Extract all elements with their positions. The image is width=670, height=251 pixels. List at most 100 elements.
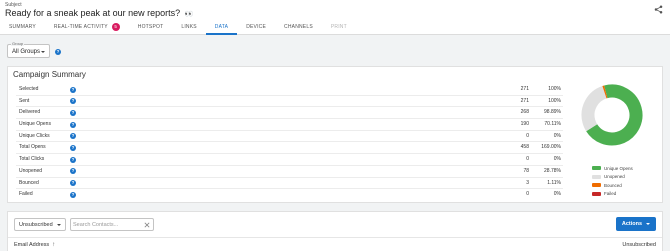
chevron-down-icon [646,223,651,225]
actions-button-label: Actions [621,221,643,227]
summary-row-label: Selected [19,86,39,92]
legend-item: Failed [592,190,633,199]
tab-label: LINKS [181,24,197,30]
help-icon[interactable]: ? [70,156,76,163]
campaign-summary-card: Campaign Summary Selected? 271 100% Sent? 27… [7,66,663,203]
tab-label: PRINT [330,24,347,30]
help-icon[interactable]: ? [70,180,76,186]
help-icon[interactable]: ? [70,168,76,175]
activity-count-badge: 5 [111,23,120,31]
tab-label: HOTSPOT [137,24,164,30]
summary-row-count: 3 [526,179,529,186]
summary-row-count: 0 [526,191,529,198]
report-tabs: SUMMARY REAL-TIME ACTIVITY 5 HOTSPOT LIN… [0,19,356,35]
summary-row-percent: 98.89% [544,109,561,116]
group-select-label: Group [11,41,25,46]
actions-button[interactable]: Actions [616,217,656,231]
tab-hotspot[interactable]: HOTSPOT [129,19,173,35]
summary-row-percent: 100% [548,97,561,104]
tab-summary[interactable]: SUMMARY [0,19,45,35]
summary-row-label: Unique Opens [19,121,51,128]
subject-title: Ready for a sneak peak at our new report… [5,8,193,18]
tab-label: REAL-TIME ACTIVITY [53,24,108,30]
legend-label: Failed [604,191,617,197]
summary-row-count: 0 [526,132,529,139]
email-column-label: Email Address [14,242,50,248]
legend-swatch [592,166,601,171]
help-icon[interactable]: ? [55,49,61,55]
summary-row-percent: 70.11% [544,121,561,128]
summary-row-label: Unique Clicks [19,132,50,139]
summary-row-count: 271 [520,86,529,92]
summary-row-count: 268 [520,109,529,116]
summary-row-label: Total Clicks [19,156,45,163]
help-icon[interactable]: ? [70,191,76,198]
help-icon[interactable]: ? [70,109,76,116]
summary-row-percent: 0% [553,132,561,139]
chevron-down-icon [57,224,61,226]
legend-swatch [592,174,601,179]
summary-row-label: Sent [19,97,30,104]
summary-row: Unique Opens? 190 70.11% [16,119,563,131]
email-column-header[interactable]: Email Address ↑ [14,242,55,248]
summary-stats-table: Selected? 271 100% Sent? 271 100% Delivered? 26… [16,84,563,201]
summary-row-percent: 28.78% [544,167,561,174]
summary-row-percent: 100% [548,86,561,92]
sort-ascending-icon: ↑ [52,242,56,248]
help-icon[interactable]: ? [70,144,76,151]
tab-device[interactable]: DEVICE [237,19,275,35]
contact-search [70,218,154,231]
legend-swatch [592,183,601,188]
legend-item: Unique Opens [592,164,633,173]
summary-row: Sent? 271 100% [16,96,563,108]
summary-row-count: 458 [520,144,529,151]
tab-label: DEVICE [246,24,267,30]
summary-row: Unopened? 78 28.78% [16,166,563,178]
subject-text: Ready for a sneak peak at our new report… [5,8,181,18]
search-contacts-input[interactable] [73,220,141,230]
tab-real-time-activity[interactable]: REAL-TIME ACTIVITY 5 [45,19,129,35]
summary-row-label: Unopened [19,167,43,174]
tab-channels[interactable]: CHANNELS [275,19,322,35]
help-icon[interactable]: ? [70,98,76,105]
tab-print: PRINT [322,19,356,35]
close-icon[interactable] [144,222,150,228]
legend-label: Bounced [604,182,622,188]
contact-status-value: Unsubscribed [19,222,53,228]
legend-item: Bounced [592,181,633,190]
help-icon[interactable]: ? [70,86,76,93]
summary-row: Delivered? 268 98.89% [16,107,563,120]
legend-label: Unopened [604,174,625,180]
legend-swatch [592,191,601,196]
contacts-table-header: Email Address ↑ Unsubscribed [8,237,662,251]
chart-legend: Unique Opens Unopened Bounced Failed [592,164,633,198]
tab-data[interactable]: DATA [205,19,238,35]
summary-row-count: 190 [520,121,529,128]
group-select[interactable]: Group All Groups [7,41,50,58]
help-icon[interactable]: ? [70,121,76,128]
share-icon[interactable] [654,5,663,14]
summary-row-count: 78 [523,167,529,174]
summary-row-label: Failed [19,191,33,198]
contact-status-select[interactable]: Unsubscribed [14,218,66,231]
eyes-emoji: 👀 [184,11,194,18]
chevron-down-icon [41,51,45,53]
campaign-summary-title: Campaign Summary [13,70,86,79]
summary-row-count: 271 [520,97,529,104]
tab-label: CHANNELS [284,24,313,30]
contacts-panel: Unsubscribed Actions Email Address ↑ Uns… [7,211,663,251]
summary-row: Bounced? 3 1.11% [16,178,563,190]
tab-label: SUMMARY [9,24,36,30]
summary-row-percent: 1.11% [547,179,561,186]
tab-label: DATA [214,24,229,30]
summary-row-percent: 0% [553,156,561,163]
summary-row: Unique Clicks? 0 0% [16,131,563,143]
unsubscribed-column-header[interactable]: Unsubscribed [622,242,656,248]
summary-row-count: 0 [526,156,529,163]
summary-row-label: Delivered [19,109,41,116]
summary-row: Selected? 271 100% [16,84,563,96]
summary-row: Total Clicks? 0 0% [16,154,563,166]
help-icon[interactable]: ? [70,133,76,140]
tab-links[interactable]: LINKS [172,19,205,35]
engagement-donut-chart [581,84,643,146]
